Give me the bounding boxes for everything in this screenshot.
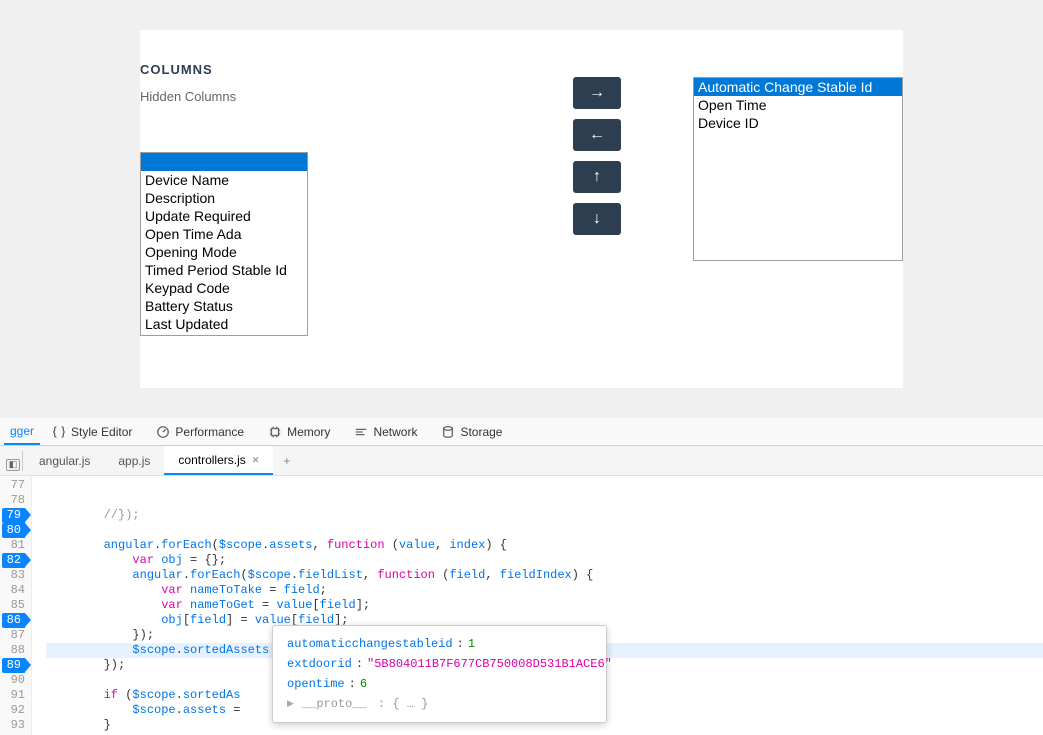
hidden-columns-label: Hidden Columns	[140, 89, 450, 104]
chip-icon	[268, 425, 282, 439]
tool-storage[interactable]: Storage	[429, 418, 514, 445]
move-right-button[interactable]: →	[573, 77, 621, 109]
file-tab-app-js[interactable]: app.js	[104, 446, 164, 475]
hidden-columns-listbox[interactable]: Device NameDescriptionUpdate RequiredOpe…	[140, 152, 308, 336]
list-item[interactable]: Open Time Ada	[141, 225, 307, 243]
columns-config-panel: COLUMNS Hidden Columns Device NameDescri…	[140, 30, 903, 388]
list-item[interactable]: Device Name	[141, 171, 307, 189]
visible-columns-listbox[interactable]: Automatic Change Stable IdOpen TimeDevic…	[693, 77, 903, 261]
bars-icon	[354, 425, 368, 439]
file-tab-controllers-js[interactable]: controllers.js×	[164, 446, 273, 475]
list-item[interactable]: Open Time	[694, 96, 902, 114]
debugger-tab[interactable]: gger	[4, 418, 40, 445]
list-item[interactable]: Keypad Code	[141, 279, 307, 297]
file-tab-angular-js[interactable]: angular.js	[25, 446, 104, 475]
devtools-panel: gger Style EditorPerformanceMemoryNetwor…	[0, 418, 1043, 735]
list-item[interactable]: Timed Period Stable Id	[141, 261, 307, 279]
list-item[interactable]	[141, 153, 307, 171]
toggle-sidebar-icon[interactable]: ◧	[6, 459, 20, 471]
list-item[interactable]: Battery Status	[141, 297, 307, 315]
new-tab-button[interactable]: +	[273, 454, 300, 468]
list-item[interactable]: Description	[141, 189, 307, 207]
tool-performance[interactable]: Performance	[144, 418, 256, 445]
dial-icon	[156, 425, 170, 439]
line-gutter: 777879808182838485868788899091929394	[0, 476, 32, 735]
list-item[interactable]: Last Updated	[141, 315, 307, 333]
move-down-button[interactable]: ↓	[573, 203, 621, 235]
close-icon[interactable]: ×	[252, 452, 260, 467]
tool-network[interactable]: Network	[342, 418, 429, 445]
object-inspector-tooltip[interactable]: automaticchangestableid: 1extdoorid: "5B…	[272, 625, 607, 723]
tool-style-editor[interactable]: Style Editor	[40, 418, 144, 445]
file-tabs: ◧ angular.jsapp.jscontrollers.js× +	[0, 446, 1043, 476]
db-icon	[441, 425, 455, 439]
code-body: //}); angular.forEach($scope.assets, fun…	[32, 476, 1043, 735]
move-up-button[interactable]: ↑	[573, 161, 621, 193]
list-item[interactable]: Opening Mode	[141, 243, 307, 261]
move-left-button[interactable]: ←	[573, 119, 621, 151]
tool-memory[interactable]: Memory	[256, 418, 342, 445]
list-item[interactable]: Update Required	[141, 207, 307, 225]
braces-icon	[52, 425, 66, 439]
section-title: COLUMNS	[140, 62, 903, 77]
devtools-toolbar: gger Style EditorPerformanceMemoryNetwor…	[0, 418, 1043, 446]
list-item[interactable]: Device ID	[694, 114, 902, 132]
list-item[interactable]: Automatic Change Stable Id	[694, 78, 902, 96]
code-editor[interactable]: 777879808182838485868788899091929394 //}…	[0, 476, 1043, 735]
